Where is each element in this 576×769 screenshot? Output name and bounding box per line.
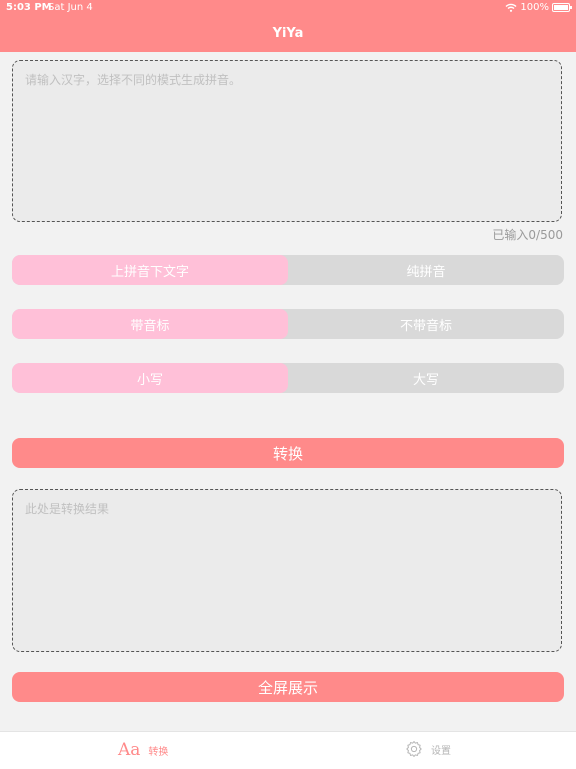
output-placeholder: 此处是转换结果 — [25, 502, 110, 516]
tab-settings-label: 设置 — [431, 745, 451, 757]
segment-lowercase[interactable]: 小写 — [12, 363, 288, 393]
tab-settings[interactable]: 设置 — [405, 740, 451, 758]
tab-convert-label: 转换 — [148, 746, 169, 758]
segment-with-tone[interactable]: 带音标 — [12, 309, 288, 339]
segment-pinyin-only[interactable]: 纯拼音 — [288, 255, 564, 285]
segment-uppercase[interactable]: 大写 — [288, 363, 564, 393]
hanzi-input[interactable]: 请输入汉字，选择不同的模式生成拼音。 — [12, 60, 562, 222]
navigation-header: 5:03 PM Sat Jun 4 100% YiYa — [0, 0, 576, 52]
convert-button[interactable]: 转换 — [12, 438, 564, 468]
layout-mode-segmented-control[interactable]: 上拼音下文字 纯拼音 — [12, 255, 564, 285]
character-counter: 已输入0/500 — [492, 228, 563, 242]
status-bar: 5:03 PM Sat Jun 4 100% — [0, 2, 576, 16]
case-segmented-control[interactable]: 小写 大写 — [12, 363, 564, 393]
status-right: 100% — [505, 2, 572, 13]
aa-text-icon: Aa — [118, 740, 141, 760]
fullscreen-button[interactable]: 全屏展示 — [12, 672, 564, 702]
input-placeholder: 请输入汉字，选择不同的模式生成拼音。 — [25, 73, 242, 87]
segment-pinyin-over-text[interactable]: 上拼音下文字 — [12, 255, 288, 285]
battery-icon — [552, 3, 572, 12]
status-time: 5:03 PM — [6, 2, 52, 13]
wifi-icon — [505, 3, 517, 12]
gear-icon — [406, 741, 422, 757]
tab-convert[interactable]: Aa 转换 — [118, 740, 168, 760]
tab-bar: Aa 转换 设置 — [0, 731, 576, 769]
tone-mark-segmented-control[interactable]: 带音标 不带音标 — [12, 309, 564, 339]
result-output[interactable]: 此处是转换结果 — [12, 489, 562, 652]
battery-percent: 100% — [520, 2, 549, 13]
page-title: YiYa — [272, 26, 304, 41]
segment-without-tone[interactable]: 不带音标 — [288, 309, 564, 339]
status-date: Sat Jun 4 — [48, 2, 93, 13]
